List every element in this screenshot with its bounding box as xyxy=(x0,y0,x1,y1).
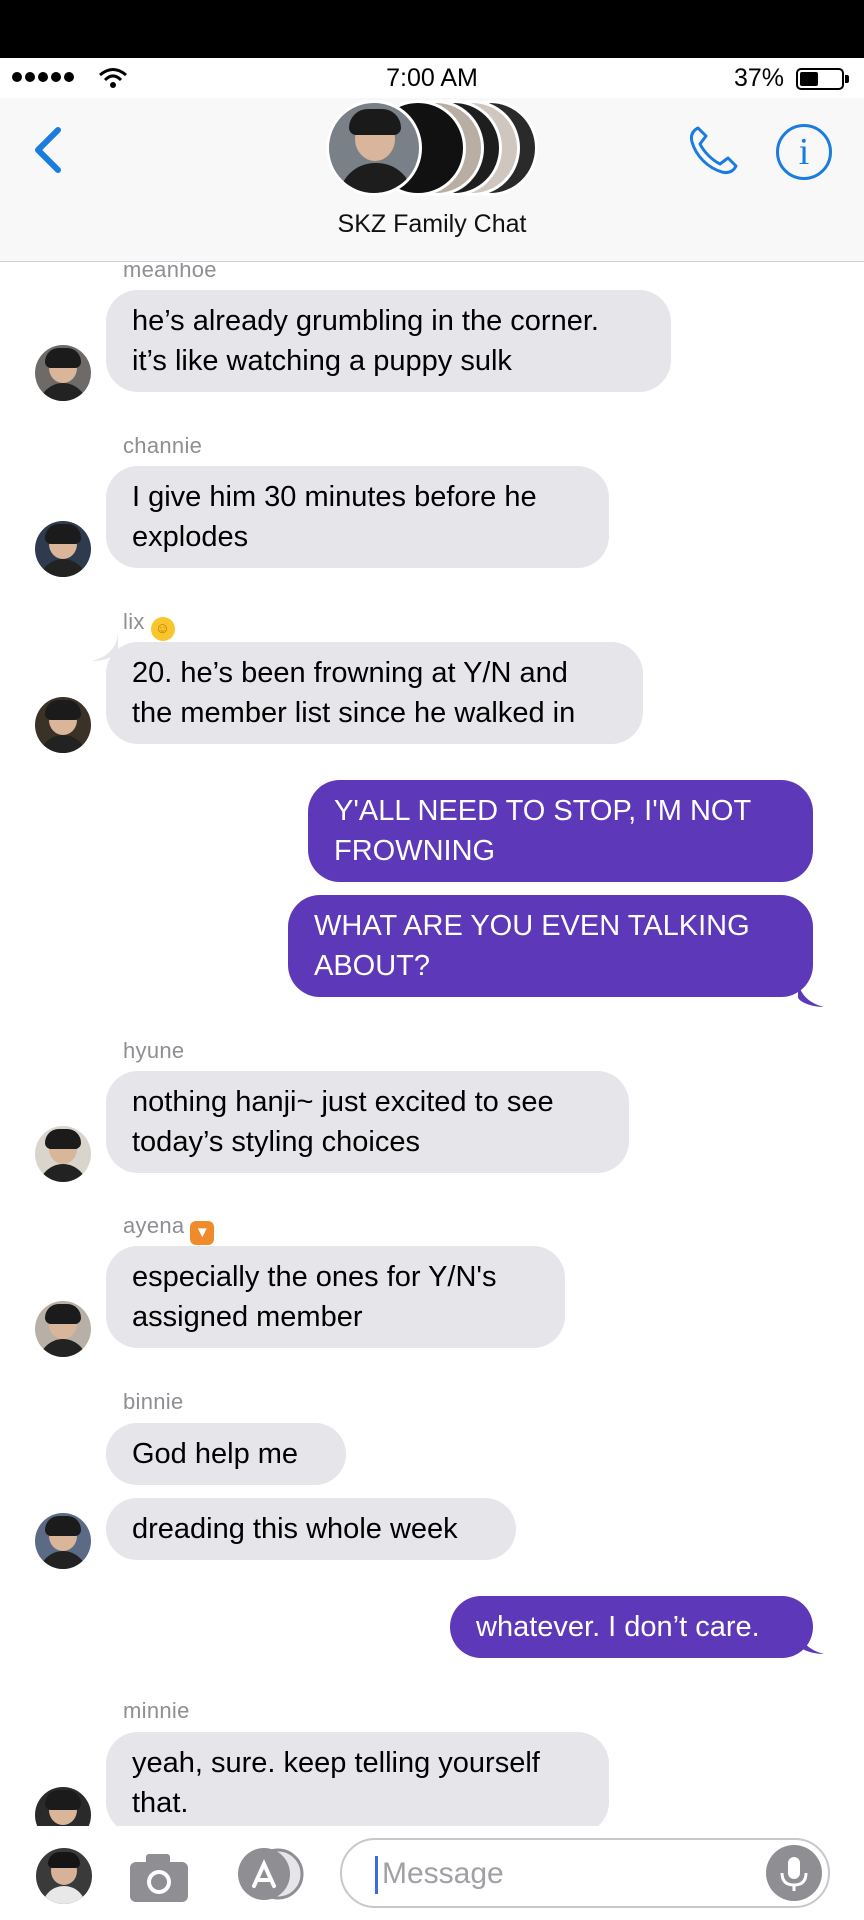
conversation-header: SKZ Family Chat i xyxy=(0,98,864,262)
message-bubble[interactable]: 20. he’s been frowning at Y/N and the me… xyxy=(106,642,643,744)
sender-name: hyune xyxy=(123,1038,185,1063)
avatar-lix[interactable] xyxy=(35,697,91,753)
message-bubble[interactable]: nothing hanji~ just excited to see today… xyxy=(106,1071,629,1173)
message-input[interactable]: Message xyxy=(340,1838,830,1908)
sender-name: ayena ▼ xyxy=(123,1213,215,1245)
phone-icon[interactable] xyxy=(684,122,742,180)
compose-bar: Message xyxy=(0,1826,864,1920)
sender-name: binnie xyxy=(123,1389,184,1414)
top-black-bar xyxy=(0,0,864,58)
app-store-icon[interactable] xyxy=(232,1846,306,1902)
battery-icon xyxy=(796,68,849,90)
message-bubble[interactable]: God help me xyxy=(106,1423,346,1485)
sender-name: lix ☺ xyxy=(123,609,175,641)
memoji-avatar-button[interactable] xyxy=(36,1848,92,1904)
message-bubble[interactable]: yeah, sure. keep telling yourself that. xyxy=(106,1732,609,1826)
member-avatar xyxy=(326,100,422,196)
message-bubble-outgoing[interactable]: WHAT ARE YOU EVEN TALKING ABOUT? xyxy=(288,895,813,997)
info-icon[interactable]: i xyxy=(776,124,832,180)
avatar-ayena[interactable] xyxy=(35,1301,91,1357)
message-placeholder: Message xyxy=(382,1857,504,1890)
message-bubble[interactable]: he’s already grumbling in the corner. it… xyxy=(106,290,671,392)
sun-emoji-icon: ☺ xyxy=(150,617,175,641)
battery-percent: 37% xyxy=(734,64,785,92)
group-title[interactable]: SKZ Family Chat xyxy=(0,210,864,239)
avatar-meanhoe[interactable] xyxy=(35,345,91,401)
avatar-binnie[interactable] xyxy=(35,1513,91,1569)
avatar-minnie[interactable] xyxy=(35,1787,91,1826)
message-bubble-outgoing[interactable]: whatever. I don’t care. xyxy=(450,1596,813,1658)
microphone-icon[interactable] xyxy=(766,1845,822,1901)
message-bubble[interactable]: especially the ones for Y/N's assigned m… xyxy=(106,1246,565,1348)
sender-name: channie xyxy=(123,433,203,458)
sender-name: meanhoe xyxy=(123,263,217,282)
status-bar: 7:00 AM 37% xyxy=(0,58,864,98)
bubble-tail xyxy=(798,1624,824,1654)
avatar-hyune[interactable] xyxy=(35,1126,91,1182)
text-caret xyxy=(375,1856,378,1894)
fox-emoji-icon: ▼ xyxy=(190,1221,215,1245)
message-bubble[interactable]: I give him 30 minutes before he explodes xyxy=(106,466,609,568)
group-avatars[interactable] xyxy=(326,98,546,198)
message-bubble-outgoing[interactable]: Y'ALL NEED TO STOP, I'M NOT FROWNING xyxy=(308,780,813,882)
message-list[interactable]: meanhoe he’s already grumbling in the co… xyxy=(0,263,864,1826)
camera-icon[interactable] xyxy=(128,1850,190,1904)
sender-name: minnie xyxy=(123,1698,190,1723)
back-chevron-icon[interactable] xyxy=(24,120,74,180)
bubble-tail xyxy=(798,977,824,1007)
avatar-channie[interactable] xyxy=(35,521,91,577)
message-bubble[interactable]: dreading this whole week xyxy=(106,1498,516,1560)
